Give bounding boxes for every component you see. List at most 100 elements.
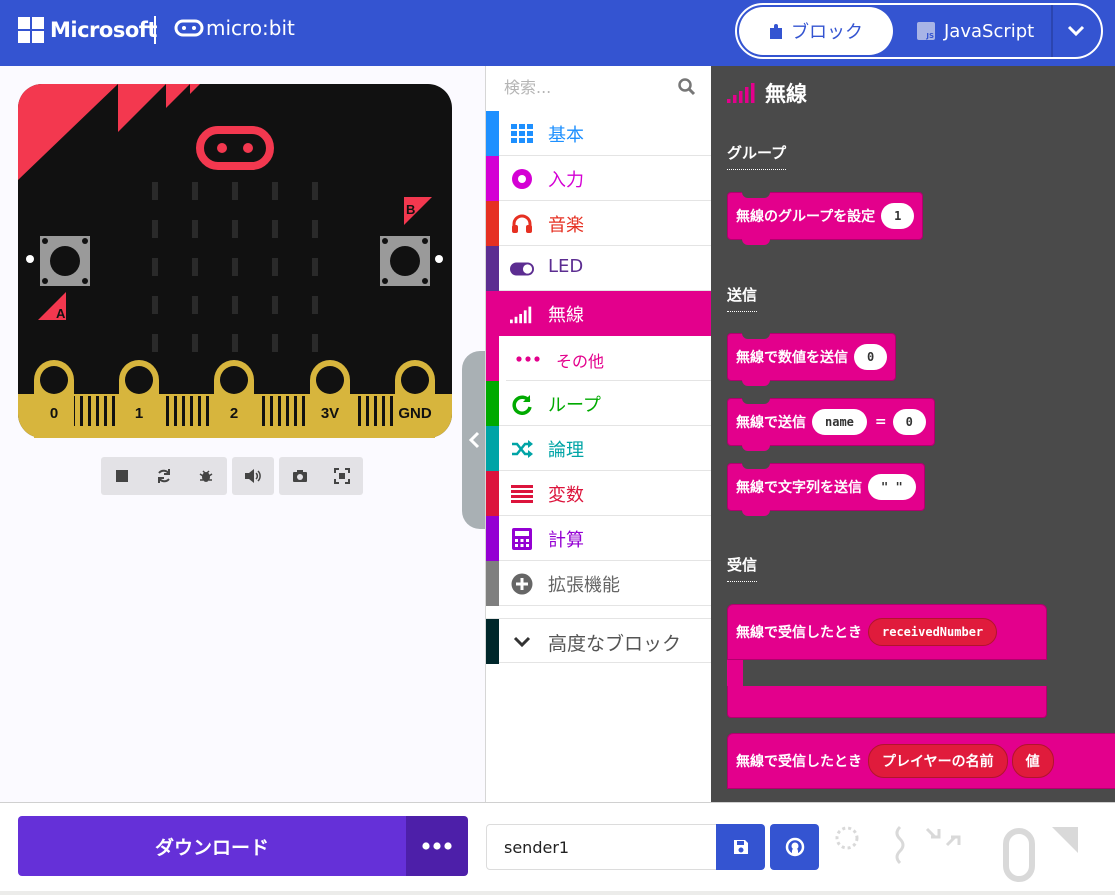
project-name-input[interactable]	[486, 824, 718, 870]
category-basic[interactable]: 基本	[486, 111, 711, 156]
toolbox: 基本 入力 音楽 LED 無線 その他 ループ 論理	[485, 66, 711, 802]
tab-separator	[1051, 5, 1053, 57]
chevron-down-icon	[510, 630, 534, 654]
sim-capture-group	[279, 457, 363, 495]
tab-blocks-label: ブロック	[791, 22, 863, 43]
signal-bars-icon	[510, 302, 534, 326]
variable-value[interactable]: 値	[1011, 744, 1054, 778]
number-field[interactable]: 0	[892, 409, 926, 435]
simulator-panel: 0 1 2 3V GND A B	[0, 66, 485, 802]
sim-controls-group	[101, 457, 227, 495]
category-color-bar	[486, 156, 499, 201]
sim-sound-group	[232, 457, 274, 495]
variable-player-name[interactable]: プレイヤーの名前	[868, 744, 1008, 778]
number-field[interactable]: 0	[854, 344, 888, 370]
search-input[interactable]	[504, 78, 674, 97]
svg-text:A: A	[56, 306, 66, 321]
category-label: 論理	[548, 440, 584, 461]
category-color-bar	[486, 291, 499, 336]
fullscreen-icon[interactable]	[321, 457, 363, 495]
calculator-icon	[510, 527, 534, 551]
list-lines-icon	[510, 482, 534, 506]
category-extensions[interactable]: 拡張機能	[486, 561, 711, 606]
block-on-received-value[interactable]: 無線で受信したとき プレイヤーの名前 値	[727, 733, 1115, 802]
microbit-face-icon	[174, 19, 204, 37]
block-set-group[interactable]: 無線のグループを設定 1	[727, 192, 924, 245]
restart-icon[interactable]	[143, 457, 185, 495]
debug-icon[interactable]	[185, 457, 227, 495]
svg-text:B: B	[406, 202, 415, 217]
loop-icon	[510, 392, 534, 416]
microbit-board[interactable]: 0 1 2 3V GND A B	[18, 84, 452, 440]
save-icon	[733, 840, 748, 854]
category-label: 計算	[548, 530, 584, 551]
category-color-bar	[486, 426, 499, 471]
stop-icon[interactable]	[101, 457, 143, 495]
faded-device-icon	[1003, 828, 1035, 882]
category-sub-indent	[499, 336, 506, 381]
category-variables[interactable]: 変数	[486, 471, 711, 516]
category-label: LED	[548, 256, 584, 277]
github-icon	[785, 837, 804, 857]
save-button[interactable]	[716, 824, 765, 870]
sound-icon[interactable]	[232, 457, 274, 495]
signal-bars-icon	[727, 83, 755, 103]
editor-mode-switch: ブロック JavaScript	[735, 3, 1103, 59]
category-music[interactable]: 音楽	[486, 201, 711, 246]
chevron-down-icon	[1067, 25, 1085, 37]
input-icon	[510, 167, 534, 191]
category-led[interactable]: LED	[486, 246, 711, 291]
category-loops[interactable]: ループ	[486, 381, 711, 426]
category-advanced[interactable]: 高度なブロック	[486, 618, 711, 664]
download-more-button[interactable]	[406, 816, 468, 876]
more-dots-icon	[516, 347, 540, 371]
top-bar: Microsoft micro:bit ブロック JavaScript	[0, 0, 1115, 66]
puzzle-icon	[770, 23, 782, 39]
block-send-value[interactable]: 無線で送信 name = 0	[727, 398, 935, 451]
category-input[interactable]: 入力	[486, 156, 711, 201]
screenshot-icon[interactable]	[279, 457, 321, 495]
category-label: 変数	[548, 485, 584, 506]
download-button[interactable]: ダウンロード	[18, 816, 406, 876]
block-send-string[interactable]: 無線で文字列を送信 " "	[727, 463, 925, 516]
section-label-group: グループ	[727, 142, 787, 170]
string-field[interactable]: " "	[868, 474, 916, 500]
language-dropdown[interactable]	[1055, 7, 1097, 55]
pin-label-0: 0	[50, 405, 58, 422]
tab-javascript-label: JavaScript	[944, 20, 1035, 42]
string-field[interactable]: name	[812, 409, 867, 435]
block-send-number[interactable]: 無線で数値を送信 0	[727, 333, 897, 386]
brand-text: Microsoft	[50, 18, 157, 42]
search-icon[interactable]	[678, 78, 696, 96]
tab-javascript[interactable]: JavaScript	[917, 7, 1047, 55]
category-label: その他	[556, 352, 605, 371]
pin-label-gnd: GND	[398, 405, 432, 422]
category-logic[interactable]: 論理	[486, 426, 711, 471]
tab-blocks[interactable]: ブロック	[739, 7, 893, 55]
headphones-icon	[510, 212, 534, 236]
number-field[interactable]: 1	[881, 203, 915, 229]
github-button[interactable]	[770, 824, 819, 870]
category-label: 無線	[548, 305, 584, 326]
pin-label-3v: 3V	[321, 405, 339, 422]
microsoft-logo[interactable]: Microsoft	[18, 17, 157, 43]
faded-arrows-icon	[925, 827, 961, 847]
category-label: ループ	[548, 395, 601, 416]
microbit-logo[interactable]: micro:bit	[174, 16, 295, 40]
category-radio-more[interactable]: その他	[486, 336, 711, 381]
category-label: 基本	[548, 125, 584, 146]
category-color-bar	[486, 201, 499, 246]
category-label: 高度なブロック	[548, 633, 682, 655]
faded-wave-icon	[895, 825, 905, 865]
flyout-title: 無線	[727, 78, 807, 108]
category-color-bar	[486, 471, 499, 516]
block-on-received-number[interactable]: 無線で受信したとき receivedNumber	[727, 604, 1047, 718]
category-radio[interactable]: 無線	[486, 291, 711, 336]
ellipsis-icon	[422, 842, 452, 850]
pin-label-2: 2	[230, 405, 238, 422]
collapse-simulator-button[interactable]	[462, 351, 486, 529]
category-math[interactable]: 計算	[486, 516, 711, 561]
faded-triangle-icon	[1052, 827, 1078, 853]
category-color-bar	[486, 561, 499, 606]
variable-receivedNumber[interactable]: receivedNumber	[868, 618, 998, 646]
